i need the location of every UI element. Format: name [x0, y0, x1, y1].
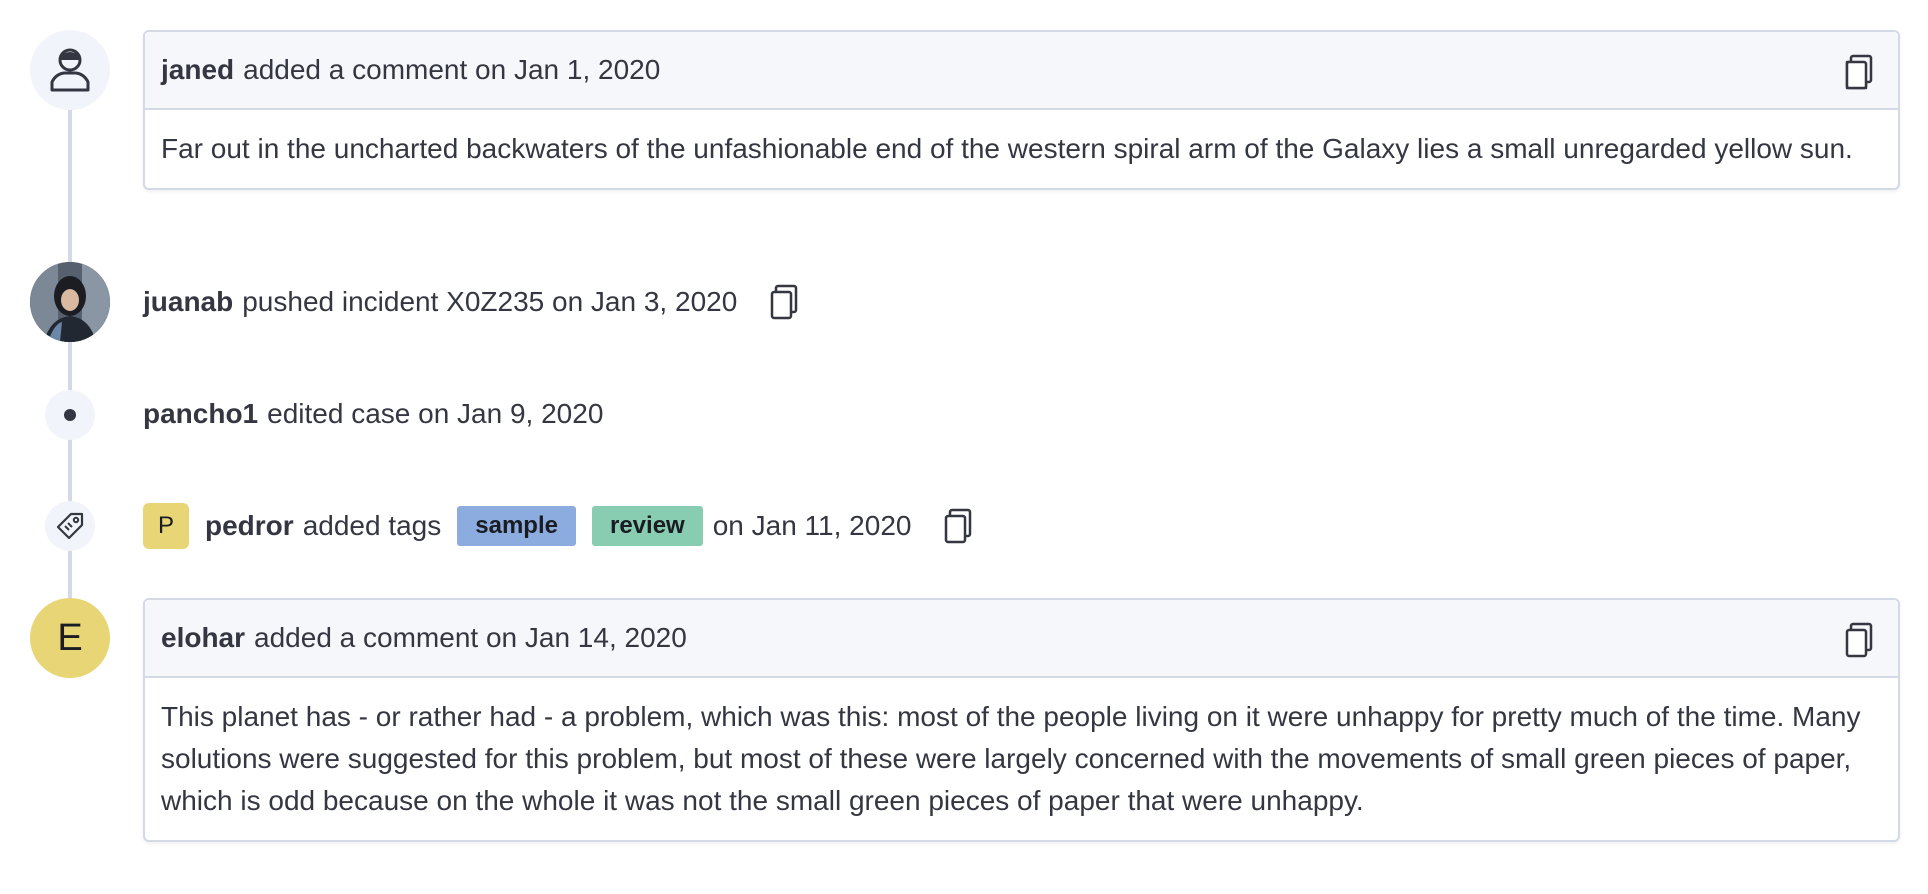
comment-body: Far out in the uncharted backwaters of t…: [161, 133, 1853, 164]
user-icon: [50, 48, 90, 92]
tags-date-text: on Jan 11, 2020: [712, 510, 912, 541]
user-avatar-janed: [30, 30, 110, 110]
event-tag-marker: [45, 501, 95, 551]
event-push: juanab pushed incident X0Z235 on Jan 3, …: [143, 277, 799, 327]
avatar: P: [143, 503, 189, 549]
comment-body: This planet has - or rather had - a prob…: [161, 701, 1861, 816]
event-edit: pancho1 edited case on Jan 9, 2020: [143, 389, 603, 439]
username[interactable]: pedror: [205, 510, 294, 542]
copy-icon[interactable]: [1844, 622, 1874, 658]
edit-action-text: edited case on Jan 9, 2020: [267, 398, 604, 429]
tag-badge-review[interactable]: review: [591, 506, 703, 546]
copy-icon[interactable]: [943, 508, 973, 544]
comment-panel-janed: janed added a comment on Jan 1, 2020 Far…: [143, 30, 1900, 190]
push-action-text: pushed incident X0Z235 on Jan 3, 2020: [242, 286, 738, 317]
tag-icon: [56, 512, 84, 540]
username[interactable]: janed: [161, 54, 234, 86]
copy-icon[interactable]: [769, 284, 799, 320]
comment-header: elohar added a comment on Jan 14, 2020: [145, 600, 1898, 678]
username[interactable]: pancho1: [143, 398, 258, 430]
username[interactable]: juanab: [143, 286, 233, 318]
event-dot-marker: [45, 390, 95, 440]
copy-icon[interactable]: [1844, 54, 1874, 90]
timeline-line: [68, 60, 72, 640]
comment-action-text: added a comment on Jan 1, 2020: [243, 54, 661, 85]
tags-action-text: added tags: [302, 510, 442, 541]
comment-header: janed added a comment on Jan 1, 2020: [145, 32, 1898, 110]
tag-badge-sample[interactable]: sample: [457, 506, 576, 546]
username[interactable]: elohar: [161, 622, 245, 654]
comment-action-text: added a comment on Jan 14, 2020: [254, 622, 687, 653]
dot-icon: [64, 409, 76, 421]
user-avatar-juanab: [30, 262, 110, 342]
comment-panel-elohar: elohar added a comment on Jan 14, 2020 T…: [143, 598, 1900, 842]
user-photo-icon: [30, 262, 110, 342]
user-avatar-elohar: E: [30, 598, 110, 678]
event-tags: P pedror added tags sample review on Jan…: [143, 501, 973, 551]
